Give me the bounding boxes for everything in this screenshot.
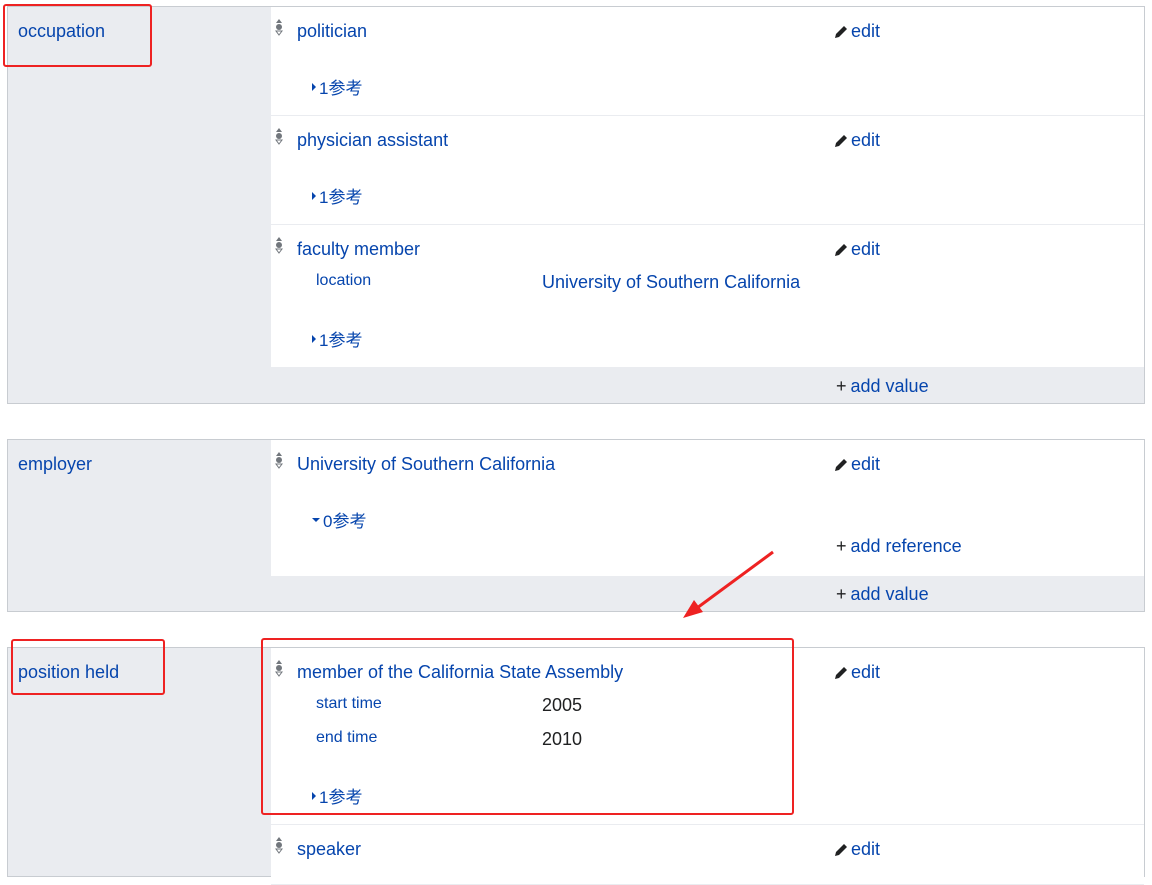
edit-label: edit — [851, 21, 881, 41]
references-toggle[interactable]: 1参考 — [312, 326, 362, 351]
edit-button[interactable]: edit — [833, 239, 880, 260]
rank-selector-icon[interactable] — [273, 450, 285, 470]
add-value-label: add value — [850, 584, 929, 604]
plus-icon: + — [836, 536, 847, 556]
pencil-icon — [835, 134, 847, 147]
add-reference-label: add reference — [850, 536, 962, 556]
plus-icon: + — [836, 584, 847, 604]
highlight-occupation-label — [3, 4, 152, 67]
highlight-assembly-statement — [261, 638, 794, 815]
references-toggle[interactable]: 0参考 — [312, 507, 366, 532]
plus-icon: + — [836, 376, 847, 396]
edit-label: edit — [851, 662, 881, 682]
qualifier-property[interactable]: location — [316, 272, 371, 290]
add-value-label: add value — [850, 376, 929, 396]
add-reference-button[interactable]: + add reference — [836, 536, 962, 557]
qualifier-value[interactable]: University of Southern California — [542, 272, 800, 293]
edit-button[interactable]: edit — [833, 454, 880, 475]
references-count: 1参考 — [319, 79, 363, 98]
statement-usc: University of Southern California edit 0… — [271, 440, 1144, 577]
edit-label: edit — [851, 239, 881, 259]
employer-group: employer University of Southern Californ… — [7, 439, 1145, 612]
pencil-icon — [835, 243, 847, 256]
statement-value[interactable]: speaker — [297, 839, 361, 860]
rank-selector-icon[interactable] — [273, 235, 285, 255]
occupation-group: occupation politician edit 1参考 physician… — [7, 6, 1145, 404]
edit-label: edit — [851, 130, 881, 150]
references-toggle[interactable]: 1参考 — [312, 183, 362, 208]
statement-faculty-member: faculty member edit location University … — [271, 225, 1144, 368]
edit-button[interactable]: edit — [833, 130, 880, 151]
pencil-icon — [835, 25, 847, 38]
statement-physician-assistant: physician assistant edit 1参考 — [271, 116, 1144, 225]
edit-label: edit — [851, 454, 881, 474]
property-label-employer[interactable]: employer — [18, 454, 92, 475]
pencil-icon — [835, 843, 847, 856]
rank-selector-icon[interactable] — [273, 126, 285, 146]
statement-value[interactable]: University of Southern California — [297, 454, 555, 475]
references-count: 1参考 — [319, 188, 363, 207]
expand-arrow-icon — [312, 82, 316, 91]
expand-arrow-icon — [312, 191, 316, 200]
pencil-icon — [835, 458, 847, 471]
statement-value[interactable]: physician assistant — [297, 130, 448, 151]
edit-button[interactable]: edit — [833, 21, 880, 42]
expand-arrow-icon — [312, 334, 316, 343]
add-value-button[interactable]: + add value — [836, 584, 929, 605]
rank-selector-icon[interactable] — [273, 17, 285, 37]
rank-selector-icon[interactable] — [273, 835, 285, 855]
references-count: 1参考 — [319, 331, 363, 350]
statement-speaker: speaker edit — [271, 825, 1144, 885]
references-count: 0参考 — [323, 512, 367, 531]
statement-value[interactable]: faculty member — [297, 239, 420, 260]
edit-button[interactable]: edit — [833, 662, 880, 683]
statement-politician: politician edit 1参考 — [271, 7, 1144, 116]
references-toggle[interactable]: 1参考 — [312, 74, 362, 99]
collapse-arrow-icon — [312, 517, 320, 522]
edit-button[interactable]: edit — [833, 839, 880, 860]
add-value-button[interactable]: + add value — [836, 376, 929, 397]
statement-value[interactable]: politician — [297, 21, 367, 42]
edit-label: edit — [851, 839, 881, 859]
highlight-position-held-label — [11, 639, 165, 695]
pencil-icon — [835, 666, 847, 679]
